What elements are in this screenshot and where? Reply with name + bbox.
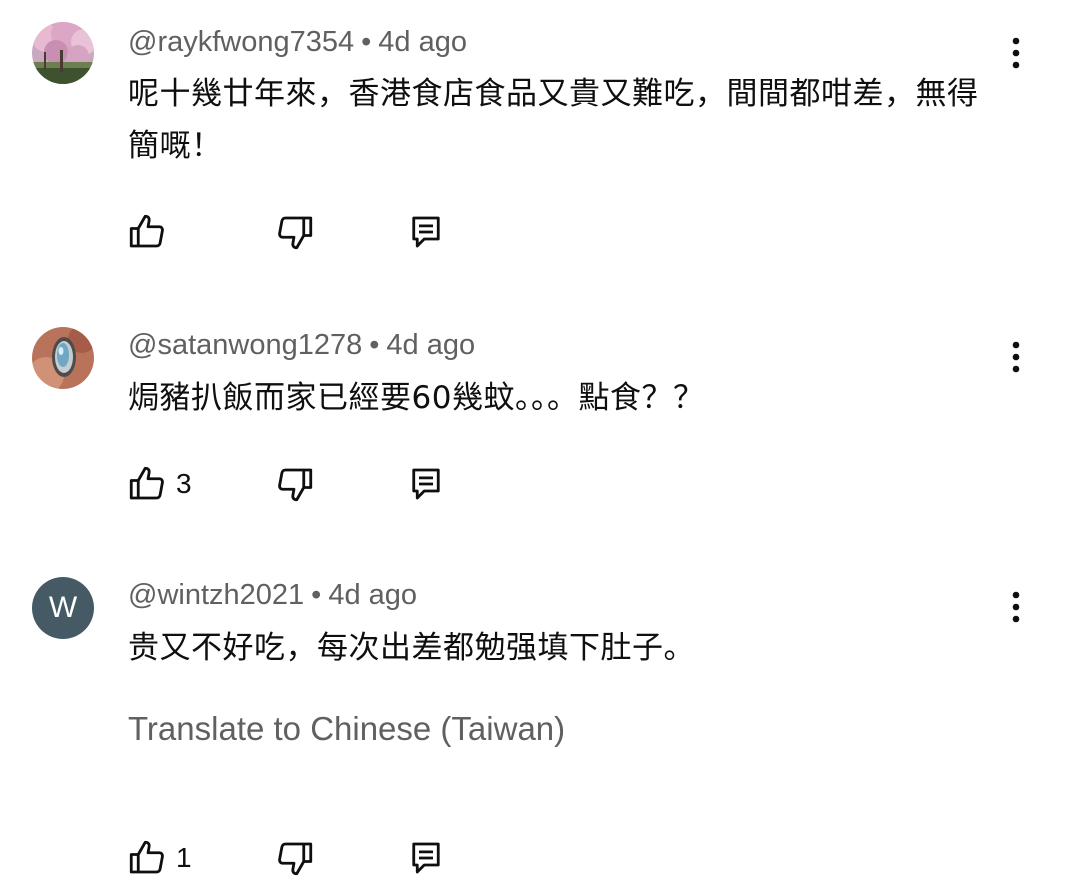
comment-item: @raykfwong7354 • 4d ago 呢十幾廿年來，香港食店食品又貴又難吃… — [0, 0, 1080, 290]
avatar[interactable] — [32, 327, 94, 389]
comment-item: @satanwong1278 • 4d ago 焗豬扒飯而家已經要60幾蚊。。。點食… — [0, 290, 1080, 550]
reply-button[interactable] — [408, 836, 444, 880]
dislike-button[interactable] — [274, 210, 316, 254]
meta-separator: • — [369, 329, 380, 361]
cherry-blossom-photo — [32, 22, 94, 84]
reply-button[interactable] — [408, 462, 444, 506]
thumbs-down-icon — [278, 216, 313, 250]
comment-meta: @satanwong1278 • 4d ago — [128, 328, 475, 362]
comment-actions: 3 — [126, 462, 466, 506]
avatar[interactable]: W — [32, 577, 94, 639]
comment-meta: @raykfwong7354 • 4d ago — [128, 25, 467, 59]
comment-item: W @wintzh2021 • 4d ago 贵又不好吃，每次出差都勉强填下肚子。 … — [0, 550, 1080, 895]
like-count: 3 — [176, 468, 192, 499]
avatar[interactable] — [32, 22, 94, 84]
meta-separator: • — [361, 26, 372, 58]
comment-time[interactable]: 4d ago — [328, 579, 417, 611]
comment-text: 焗豬扒飯而家已經要60幾蚊。。。點食？？ — [128, 380, 705, 416]
thumbs-down-icon — [278, 468, 313, 502]
reply-icon — [412, 842, 440, 874]
like-button[interactable]: 3 — [126, 462, 192, 506]
thumbs-up-icon — [129, 840, 164, 874]
comment-author[interactable]: @satanwong1278 — [128, 329, 362, 361]
thumbs-down-icon — [278, 842, 313, 876]
like-count: 1 — [176, 842, 192, 873]
more-vert-icon[interactable] — [996, 587, 1036, 627]
like-button[interactable]: 1 — [126, 836, 192, 880]
gemstone-photo — [32, 327, 94, 389]
reply-icon — [412, 216, 440, 248]
translate-link[interactable]: Translate to Chinese (Taiwan) — [128, 710, 565, 748]
like-button[interactable] — [126, 210, 176, 254]
reply-button[interactable] — [408, 210, 444, 254]
comment-author[interactable]: @raykfwong7354 — [128, 26, 354, 58]
dislike-button[interactable] — [274, 836, 316, 880]
comment-time[interactable]: 4d ago — [386, 329, 475, 361]
comment-text: 贵又不好吃，每次出差都勉强填下肚子。 — [128, 630, 695, 666]
comment-text: 呢十幾廿年來，香港食店食品又貴又難吃，間間都咁差，無得簡嘅！ — [128, 76, 979, 164]
more-vert-icon[interactable] — [996, 33, 1036, 73]
comment-meta: @wintzh2021 • 4d ago — [128, 578, 417, 612]
meta-separator: • — [311, 579, 322, 611]
comment-author[interactable]: @wintzh2021 — [128, 579, 304, 611]
dislike-button[interactable] — [274, 462, 316, 506]
thumbs-up-icon — [129, 214, 164, 248]
comment-time[interactable]: 4d ago — [378, 26, 467, 58]
thumbs-up-icon — [129, 466, 164, 500]
more-vert-icon[interactable] — [996, 337, 1036, 377]
comment-actions — [126, 210, 466, 254]
reply-icon — [412, 468, 440, 500]
comment-actions: 1 — [126, 836, 466, 880]
